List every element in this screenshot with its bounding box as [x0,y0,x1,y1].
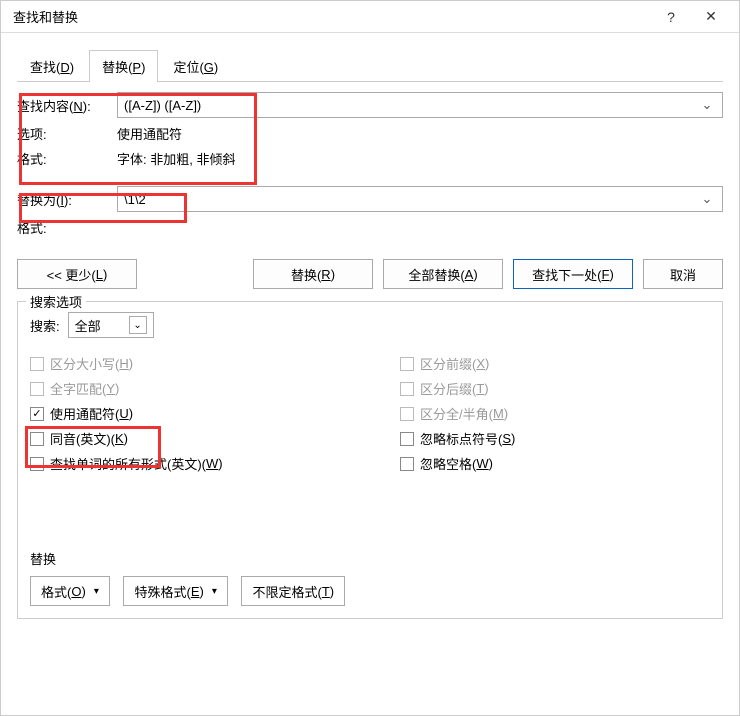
checkbox-icon [30,432,44,446]
replace-label: 替换为(I): [17,190,117,209]
replace-value: \1\2 [124,192,698,207]
use-wildcards-checkbox[interactable]: ✓ 使用通配符(U) [30,404,340,423]
tab-replace[interactable]: 替换(P) [89,50,158,82]
close-button[interactable]: ✕ [691,8,731,25]
tab-goto[interactable]: 定位(G) [160,50,231,82]
search-options-legend: 搜索选项 [26,292,86,311]
tab-strip: 查找(D) 替换(P) 定位(G) [17,49,723,82]
format2-label: 格式: [17,218,117,237]
help-button[interactable]: ? [651,9,691,25]
chevron-down-icon[interactable]: ⌄ [698,191,716,207]
replace-button[interactable]: 替换(R) [253,259,373,289]
checkbox-icon [30,357,44,371]
checkbox-icon [30,382,44,396]
caret-down-icon: ▾ [94,586,99,597]
chevron-down-icon[interactable]: ⌄ [698,97,716,113]
options-value: 使用通配符 [117,124,182,143]
checkbox-icon [30,457,44,471]
search-direction-select[interactable]: 全部 ⌄ [68,312,154,338]
options-label: 选项: [17,124,117,143]
cancel-button[interactable]: 取消 [643,259,723,289]
checkbox-icon [400,357,414,371]
whole-word-checkbox: 全字匹配(Y) [30,379,340,398]
format-value: 字体: 非加粗, 非倾斜 [117,149,235,168]
match-prefix-checkbox: 区分前缀(X) [400,354,710,373]
match-suffix-checkbox: 区分后缀(T) [400,379,710,398]
ignore-punctuation-checkbox[interactable]: 忽略标点符号(S) [400,429,710,448]
replace-section-label: 替换 [30,549,710,568]
caret-down-icon: ▾ [212,586,217,597]
checkbox-icon [400,407,414,421]
format-label: 格式: [17,149,117,168]
search-options-group: 搜索选项 搜索: 全部 ⌄ 区分大小写(H) 全字匹配(Y) [17,301,723,619]
checkbox-icon [400,432,414,446]
chevron-down-icon: ⌄ [129,316,147,334]
replace-input[interactable]: \1\2 ⌄ [117,186,723,212]
find-value: ([A-Z]) ([A-Z]) [124,98,698,113]
checkbox-icon [400,382,414,396]
tab-find[interactable]: 查找(D) [17,50,87,82]
format-dropdown-button[interactable]: 格式(O) ▾ [30,576,110,606]
window-title: 查找和替换 [13,7,651,26]
replace-all-button[interactable]: 全部替换(A) [383,259,503,289]
no-formatting-button[interactable]: 不限定格式(T) [241,576,345,606]
full-half-width-checkbox: 区分全/半角(M) [400,404,710,423]
sounds-like-checkbox[interactable]: 同音(英文)(K) [30,429,340,448]
find-input[interactable]: ([A-Z]) ([A-Z]) ⌄ [117,92,723,118]
all-word-forms-checkbox[interactable]: 查找单词的所有形式(英文)(W) [30,454,340,473]
titlebar: 查找和替换 ? ✕ [1,1,739,33]
find-next-button[interactable]: 查找下一处(F) [513,259,633,289]
match-case-checkbox: 区分大小写(H) [30,354,340,373]
ignore-whitespace-checkbox[interactable]: 忽略空格(W) [400,454,710,473]
checkbox-icon [400,457,414,471]
checkbox-icon: ✓ [30,407,44,421]
search-direction-label: 搜索: [30,316,60,335]
less-button[interactable]: << 更少(L) [17,259,137,289]
special-dropdown-button[interactable]: 特殊格式(E) ▾ [123,576,227,606]
find-label: 查找内容(N): [17,96,117,115]
